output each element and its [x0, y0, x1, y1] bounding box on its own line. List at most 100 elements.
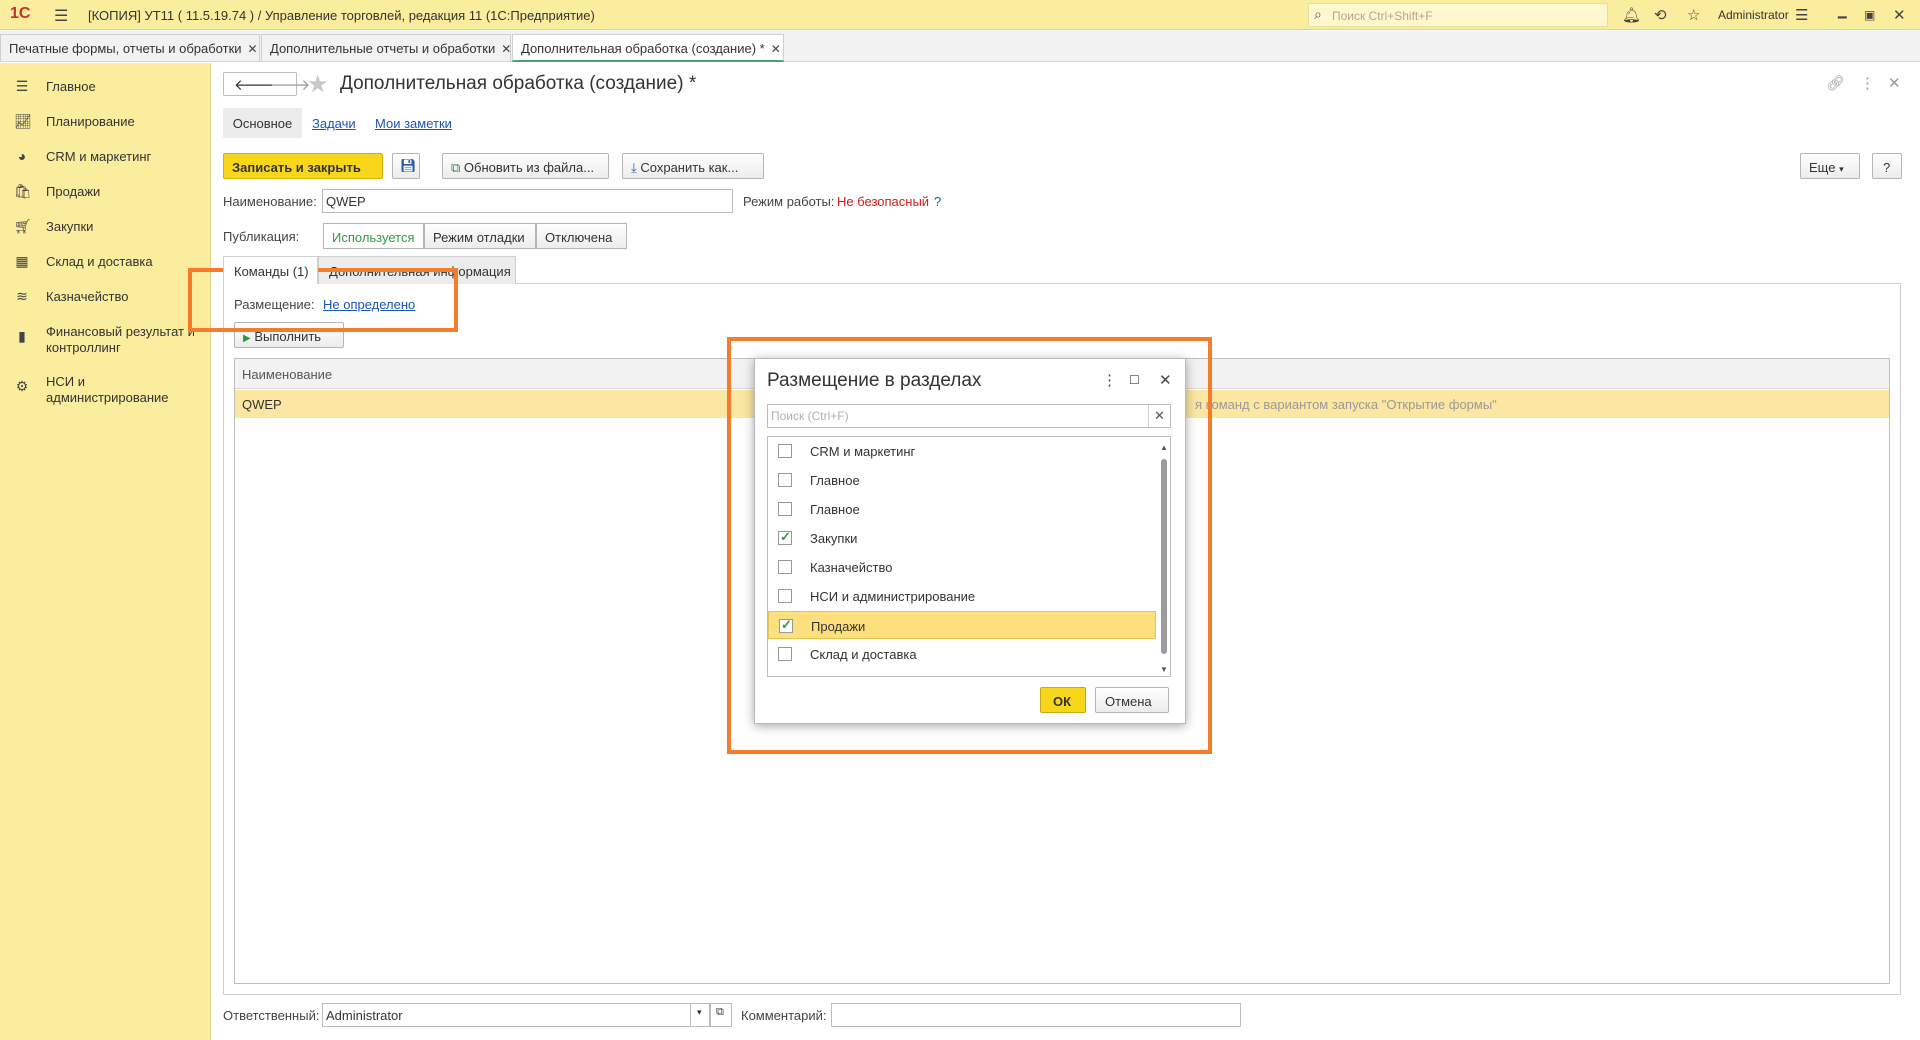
history-icon[interactable]: ⟲ — [1654, 6, 1667, 24]
chevron-down-icon: ▾ — [1839, 164, 1844, 174]
save-as-button[interactable]: ⤓ Сохранить как... — [622, 153, 764, 179]
sidebar-item-treasury[interactable]: ≋ Казначейство — [0, 281, 211, 313]
window-title: [КОПИЯ] УТ11 ( 11.5.19.74 ) / Управление… — [88, 8, 595, 23]
name-label: Наименование: — [223, 194, 317, 209]
sidebar-item-sales[interactable]: 🛍︎ Продажи — [0, 176, 211, 208]
play-icon: ▶ — [243, 333, 251, 344]
annotation-dialog-highlight — [727, 337, 1212, 754]
sidebar-item-planning[interactable]: 📈︎ Планирование — [0, 106, 211, 138]
pie-icon: ◕ — [17, 148, 27, 164]
mode-label: Режим работы: — [743, 194, 835, 209]
mode-help-link[interactable]: ? — [934, 194, 941, 209]
save-close-button[interactable]: Записать и закрыть — [223, 153, 383, 179]
bell-icon[interactable]: 🔔︎ — [1622, 6, 1641, 24]
chart-icon: 📈︎ — [14, 113, 32, 129]
cell-note: я команд с вариантом запуска "Открытие ф… — [1195, 397, 1497, 412]
sidebar-item-admin[interactable]: ⚙ НСИ и администрирование — [0, 366, 211, 408]
name-input[interactable]: QWEP — [322, 189, 733, 213]
open-icon: ⧉ — [716, 1006, 724, 1018]
update-icon: ⧉ — [451, 160, 461, 175]
sidebar-item-main[interactable]: ☰ Главное — [0, 71, 211, 103]
sidebar-item-label: Склад и доставка — [46, 254, 153, 269]
form-title: Дополнительная обработка (создание) * — [340, 73, 697, 94]
settings-menu-icon[interactable]: ☰ — [1795, 6, 1808, 24]
publication-used-toggle[interactable]: Используется — [323, 223, 424, 249]
comment-label: Комментарий: — [741, 1008, 827, 1023]
link-icon[interactable]: 🔗︎ — [1826, 74, 1845, 92]
sidebar-item-finance[interactable]: ▮ Финансовый результат и контроллинг — [0, 316, 211, 358]
sidebar-item-label: Продажи — [46, 184, 101, 199]
sections-sidebar: ☰ Главное 📈︎ Планирование ◕ CRM и маркет… — [0, 63, 211, 1040]
button-label: Обновить из файла... — [463, 160, 595, 175]
column-header-name[interactable]: Наименование — [242, 367, 332, 382]
sidebar-item-purchases[interactable]: 🛒︎ Закупки — [0, 211, 211, 243]
form-close-icon[interactable]: ✕ — [1888, 74, 1901, 92]
tab-close-icon[interactable]: ✕ — [771, 42, 781, 56]
back-arrow-icon[interactable]: 🡐 — [234, 75, 274, 94]
restore-icon[interactable]: ▣ — [1864, 8, 1875, 22]
tab-extra-processing[interactable]: Дополнительная обработка (создание) * ✕ — [512, 34, 784, 62]
grid-icon: ▦ — [15, 253, 29, 269]
mode-value[interactable]: Не безопасный — [837, 194, 929, 209]
tab-label: Дополнительные отчеты и обработки — [270, 41, 496, 56]
sidebar-item-label: CRM и маркетинг — [46, 149, 152, 164]
sidebar-item-label: Планирование — [46, 114, 135, 129]
close-icon[interactable]: ✕ — [1893, 6, 1906, 24]
main-menu-icon[interactable]: ☰ — [54, 6, 68, 26]
tab-label: Печатные формы, отчеты и обработки — [9, 41, 242, 56]
chevron-down-icon: ▾ — [697, 1007, 702, 1017]
tab-notes[interactable]: Мои заметки — [375, 108, 452, 138]
bars-icon: ▮ — [18, 328, 26, 344]
download-icon: ⤓ — [631, 160, 637, 175]
tab-tasks[interactable]: Задачи — [312, 108, 356, 138]
title-bar: 1С ☰ [КОПИЯ] УТ11 ( 11.5.19.74 ) / Управ… — [0, 0, 1920, 30]
responsible-label: Ответственный: — [223, 1008, 320, 1023]
floppy-icon: 💾︎ — [400, 158, 417, 173]
cart-icon: 🛒︎ — [14, 218, 32, 234]
comment-input[interactable] — [831, 1003, 1241, 1027]
update-from-file-button[interactable]: ⧉ Обновить из файла... — [442, 153, 609, 179]
sidebar-item-crm[interactable]: ◕ CRM и маркетинг — [0, 141, 211, 173]
current-user[interactable]: Administrator — [1718, 8, 1789, 22]
favorite-star-icon[interactable]: ★ — [307, 70, 329, 99]
search-icon: ⌕ — [1314, 6, 1322, 22]
tab-print-forms[interactable]: Печатные формы, отчеты и обработки ✕ — [0, 34, 260, 61]
more-button[interactable]: Еще ▾ — [1800, 153, 1860, 179]
coins-icon: ≋ — [16, 288, 28, 304]
open-button[interactable]: ⧉ — [710, 1003, 732, 1027]
button-label: Еще — [1809, 160, 1836, 175]
nav-buttons: 🡐 🡒 — [223, 72, 310, 96]
tab-extra-reports[interactable]: Дополнительные отчеты и обработки ✕ — [261, 34, 511, 61]
tab-main[interactable]: Основное — [223, 108, 302, 138]
cell-name: QWEP — [242, 397, 282, 412]
global-search-input[interactable]: ⌕ Поиск Ctrl+Shift+F — [1308, 3, 1608, 27]
tab-commands[interactable]: Команды (1) — [223, 256, 318, 284]
sidebar-item-label: Казначейство — [46, 289, 129, 304]
window-tabs: Печатные формы, отчеты и обработки ✕ Допо… — [0, 31, 1920, 62]
bag-icon: 🛍︎ — [14, 183, 32, 199]
help-button[interactable]: ? — [1872, 153, 1902, 179]
sidebar-item-label: НСИ и администрирование — [46, 374, 169, 405]
minimize-icon[interactable]: 🗕︎ — [1837, 6, 1848, 31]
gear-icon: ⚙ — [15, 378, 29, 394]
sidebar-item-warehouse[interactable]: ▦ Склад и доставка — [0, 246, 211, 278]
publication-label: Публикация: — [223, 229, 300, 244]
dropdown-button[interactable]: ▾ — [690, 1003, 710, 1027]
more-vertical-icon[interactable]: ⋮ — [1860, 74, 1875, 92]
forward-arrow-icon[interactable]: 🡒 — [270, 75, 310, 94]
tab-label: Дополнительная обработка (создание) * — [521, 41, 765, 56]
save-button[interactable]: 💾︎ — [392, 153, 420, 179]
button-label: Сохранить как... — [640, 160, 739, 175]
search-placeholder: Поиск Ctrl+Shift+F — [1332, 9, 1433, 23]
app-logo[interactable]: 1С — [10, 5, 30, 23]
tab-close-icon[interactable]: ✕ — [248, 42, 258, 56]
sidebar-item-label: Главное — [46, 79, 96, 94]
responsible-input[interactable]: Administrator — [322, 1003, 692, 1027]
tab-close-icon[interactable]: ✕ — [501, 42, 511, 56]
publication-debug-toggle[interactable]: Режим отладки — [424, 223, 536, 249]
favorites-star-icon[interactable]: ☆ — [1687, 6, 1700, 24]
sidebar-item-label: Финансовый результат и контроллинг — [46, 324, 195, 355]
sidebar-item-label: Закупки — [46, 219, 94, 234]
menu-icon: ☰ — [15, 78, 29, 94]
publication-off-toggle[interactable]: Отключена — [536, 223, 627, 249]
